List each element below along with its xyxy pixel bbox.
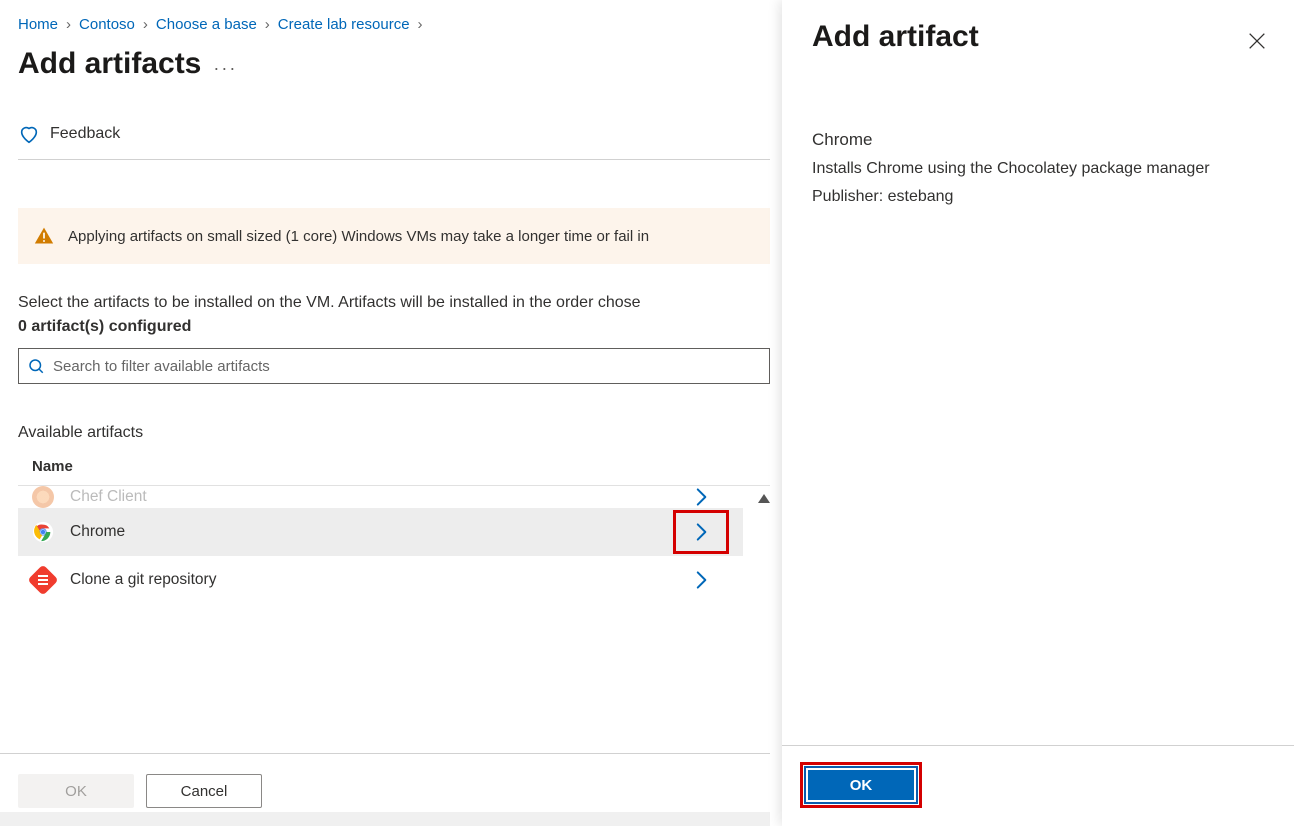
breadcrumb-link-create-lab[interactable]: Create lab resource (278, 16, 410, 33)
artifact-label: Chef Client (70, 488, 657, 506)
warning-banner: Applying artifacts on small sized (1 cor… (18, 208, 770, 264)
git-icon (32, 569, 54, 591)
search-icon (27, 357, 45, 375)
chevron-right-icon: › (265, 16, 270, 33)
footer-bar: OK Cancel (0, 753, 770, 808)
artifact-publisher: Publisher: estebang (812, 188, 1268, 206)
artifact-label: Chrome (70, 523, 657, 541)
breadcrumb-link-choose-base[interactable]: Choose a base (156, 16, 257, 33)
open-artifact-button[interactable] (673, 558, 729, 602)
instructions-text: Select the artifacts to be installed on … (18, 294, 770, 312)
chevron-right-icon: › (66, 16, 71, 33)
breadcrumb-link-home[interactable]: Home (18, 16, 58, 33)
breadcrumb: Home › Contoso › Choose a base › Create … (18, 16, 770, 33)
close-icon[interactable] (1246, 30, 1268, 52)
configured-count: 0 artifact(s) configured (18, 318, 770, 336)
heart-icon (18, 123, 40, 145)
artifact-row[interactable]: Chef Client (18, 486, 743, 508)
artifact-list: Chef Client Chrome Clone a git repository (18, 486, 770, 616)
add-artifact-panel: Add artifact Chrome Installs Chrome usin… (782, 0, 1294, 826)
ok-button: OK (18, 774, 134, 808)
bottom-shadow (0, 812, 770, 826)
divider (18, 159, 770, 160)
open-artifact-button[interactable] (673, 510, 729, 554)
chevron-right-icon: › (418, 16, 423, 33)
panel-title: Add artifact (812, 20, 979, 54)
search-input[interactable] (53, 358, 761, 375)
column-header-name[interactable]: Name (18, 458, 770, 486)
artifact-label: Clone a git repository (70, 571, 657, 589)
artifact-name: Chrome (812, 130, 1268, 150)
feedback-label: Feedback (50, 125, 120, 143)
open-artifact-button[interactable] (673, 486, 729, 508)
feedback-button[interactable]: Feedback (18, 123, 770, 159)
panel-ok-button[interactable]: OK (806, 768, 916, 802)
breadcrumb-link-contoso[interactable]: Contoso (79, 16, 135, 33)
warning-text: Applying artifacts on small sized (1 cor… (68, 228, 649, 245)
artifact-row[interactable]: Chrome (18, 508, 743, 556)
chrome-icon (32, 521, 54, 543)
chef-icon (32, 486, 54, 508)
warning-icon (34, 226, 54, 246)
available-artifacts-label: Available artifacts (18, 424, 770, 442)
cancel-button[interactable]: Cancel (146, 774, 262, 808)
search-input-wrapper[interactable] (18, 348, 770, 384)
page-title: Add artifacts (18, 47, 201, 81)
chevron-right-icon: › (143, 16, 148, 33)
ok-highlight-box: OK (800, 762, 922, 808)
artifact-description: Installs Chrome using the Chocolatey pac… (812, 160, 1268, 178)
scroll-up-icon[interactable] (758, 494, 770, 503)
artifact-row[interactable]: Clone a git repository (18, 556, 743, 604)
more-actions-button[interactable]: ··· (213, 50, 237, 79)
